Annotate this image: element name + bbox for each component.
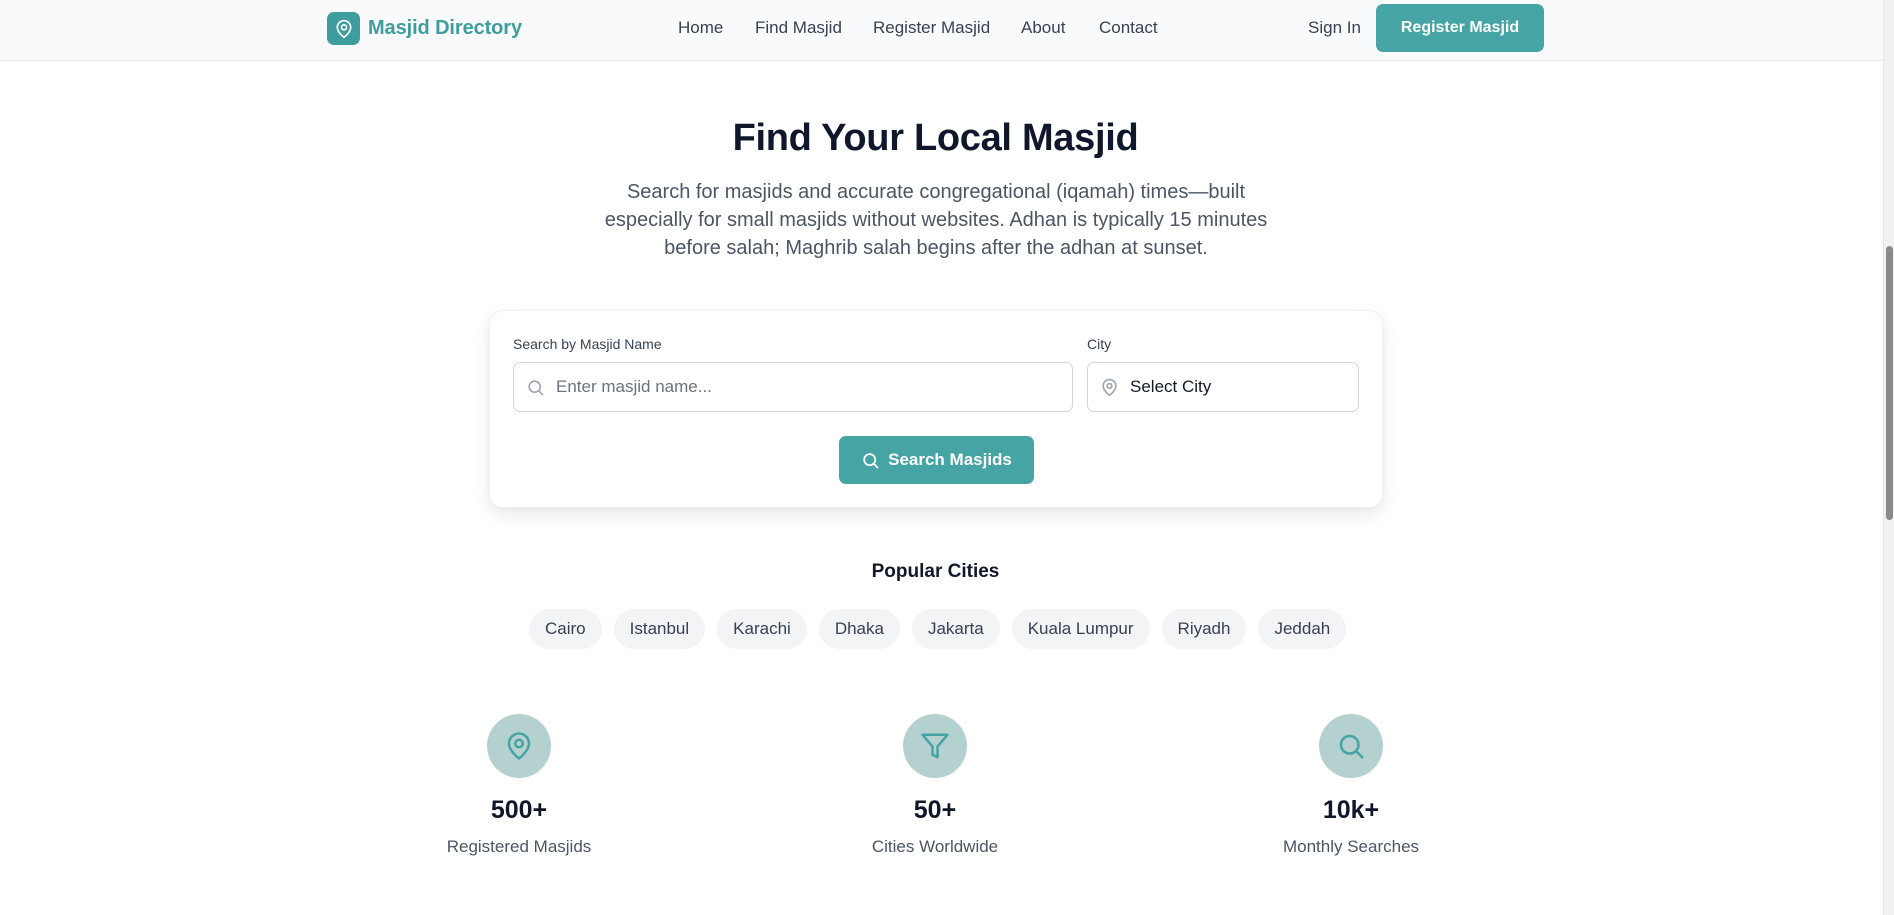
stat-value: 50+ (913, 796, 957, 824)
nav-register-masjid[interactable]: Register Masjid (873, 18, 990, 38)
stat-registered-masjids: 500+ Registered Masjids (389, 714, 649, 857)
register-masjid-button[interactable]: Register Masjid (1376, 4, 1544, 52)
stat-value: 10k+ (1322, 796, 1380, 824)
masjid-name-field[interactable] (513, 362, 1073, 412)
scrollbar-thumb[interactable] (1886, 246, 1893, 520)
page-scrollbar[interactable] (1883, 0, 1894, 915)
map-pin-icon (336, 19, 351, 38)
hero-subtitle: Search for masjids and accurate congrega… (604, 181, 1268, 259)
stat-icon-circle (1319, 714, 1383, 778)
city-select[interactable]: Select City (1087, 362, 1359, 412)
map-pin-icon (1100, 377, 1120, 397)
city-label: City (1087, 336, 1112, 352)
sign-in-link[interactable]: Sign In (1308, 18, 1361, 38)
stat-label: Cities Worldwide (871, 837, 999, 856)
stat-icon-circle (487, 714, 551, 778)
search-masjids-button[interactable]: Search Masjids (839, 436, 1034, 484)
search-icon (526, 377, 546, 397)
popular-cities-list: Cairo Istanbul Karachi Dhaka Jakarta Kua… (529, 609, 1347, 649)
city-chip-dhaka[interactable]: Dhaka (818, 609, 900, 649)
city-chip-kuala-lumpur[interactable]: Kuala Lumpur (1011, 609, 1150, 649)
popular-cities-title: Popular Cities (871, 561, 1000, 582)
nav-home[interactable]: Home (678, 18, 723, 38)
site-header: Masjid Directory Home Find Masjid Regist… (0, 0, 1883, 61)
page: Masjid Directory Home Find Masjid Regist… (0, 0, 1883, 915)
city-select-value: Select City (1130, 377, 1212, 396)
search-icon (863, 452, 879, 468)
nav-about[interactable]: About (1021, 18, 1065, 38)
stat-monthly-searches: 10k+ Monthly Searches (1221, 714, 1481, 857)
nav-contact[interactable]: Contact (1099, 18, 1158, 38)
logo-link[interactable]: Masjid Directory (327, 12, 522, 45)
city-chip-riyadh[interactable]: Riyadh (1161, 609, 1247, 649)
nav-find-masjid[interactable]: Find Masjid (755, 18, 842, 38)
city-chip-jeddah[interactable]: Jeddah (1258, 609, 1347, 649)
logo-badge (327, 12, 360, 45)
stat-value: 500+ (490, 796, 548, 824)
map-pin-icon (507, 732, 531, 760)
filter-icon (921, 733, 949, 759)
stat-label: Registered Masjids (446, 837, 592, 856)
stat-label: Monthly Searches (1282, 837, 1420, 856)
city-chip-karachi[interactable]: Karachi (717, 609, 807, 649)
search-card: Search by Masjid Name City Select City S… (489, 310, 1383, 508)
stat-icon-circle (903, 714, 967, 778)
page-title: Find Your Local Masjid (732, 117, 1139, 159)
city-chip-istanbul[interactable]: Istanbul (613, 609, 706, 649)
masjid-name-label: Search by Masjid Name (513, 336, 662, 352)
stat-cities-worldwide: 50+ Cities Worldwide (805, 714, 1065, 857)
search-button-label: Search Masjids (888, 450, 1012, 469)
search-icon (1339, 734, 1364, 759)
city-chip-cairo[interactable]: Cairo (529, 609, 602, 649)
city-chip-jakarta[interactable]: Jakarta (911, 609, 1000, 649)
logo-text: Masjid Directory (368, 17, 523, 39)
masjid-name-input[interactable] (556, 377, 1072, 397)
